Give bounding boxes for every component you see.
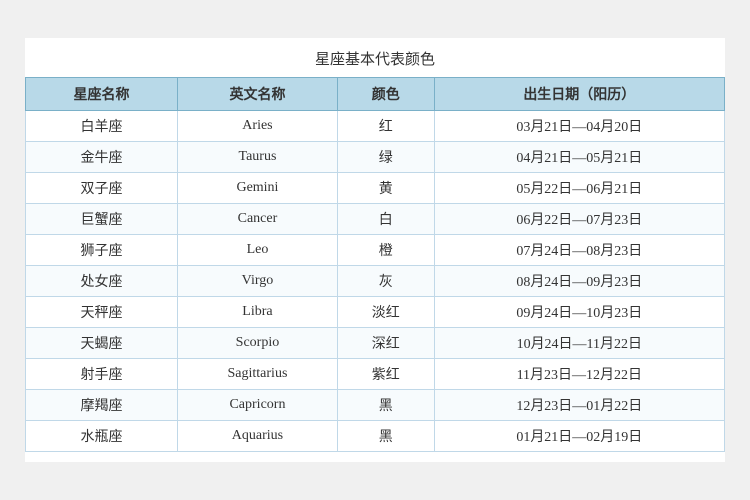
zodiac-name: 天秤座 <box>26 297 178 328</box>
page-title: 星座基本代表颜色 <box>25 48 725 69</box>
zodiac-color: 黄 <box>337 173 434 204</box>
zodiac-english: Scorpio <box>178 328 338 359</box>
table-row: 射手座Sagittarius紫红11月23日—12月22日 <box>26 359 725 390</box>
zodiac-dates: 08月24日—09月23日 <box>434 266 724 297</box>
zodiac-color: 灰 <box>337 266 434 297</box>
zodiac-english: Aries <box>178 111 338 142</box>
zodiac-color: 黑 <box>337 390 434 421</box>
table-row: 天蝎座Scorpio深红10月24日—11月22日 <box>26 328 725 359</box>
zodiac-dates: 07月24日—08月23日 <box>434 235 724 266</box>
zodiac-name: 水瓶座 <box>26 421 178 452</box>
zodiac-english: Libra <box>178 297 338 328</box>
zodiac-english: Virgo <box>178 266 338 297</box>
table-row: 狮子座Leo橙07月24日—08月23日 <box>26 235 725 266</box>
zodiac-color: 深红 <box>337 328 434 359</box>
zodiac-color: 淡红 <box>337 297 434 328</box>
main-container: 星座基本代表颜色 星座名称 英文名称 颜色 出生日期（阳历） 白羊座Aries红… <box>25 38 725 462</box>
zodiac-english: Sagittarius <box>178 359 338 390</box>
table-row: 水瓶座Aquarius黑01月21日—02月19日 <box>26 421 725 452</box>
zodiac-dates: 01月21日—02月19日 <box>434 421 724 452</box>
table-row: 处女座Virgo灰08月24日—09月23日 <box>26 266 725 297</box>
zodiac-name: 巨蟹座 <box>26 204 178 235</box>
zodiac-english: Leo <box>178 235 338 266</box>
zodiac-name: 处女座 <box>26 266 178 297</box>
table-row: 天秤座Libra淡红09月24日—10月23日 <box>26 297 725 328</box>
zodiac-color: 紫红 <box>337 359 434 390</box>
col-header-color: 颜色 <box>337 78 434 111</box>
zodiac-color: 白 <box>337 204 434 235</box>
table-row: 白羊座Aries红03月21日—04月20日 <box>26 111 725 142</box>
zodiac-dates: 10月24日—11月22日 <box>434 328 724 359</box>
zodiac-name: 摩羯座 <box>26 390 178 421</box>
zodiac-dates: 03月21日—04月20日 <box>434 111 724 142</box>
table-row: 巨蟹座Cancer白06月22日—07月23日 <box>26 204 725 235</box>
zodiac-color: 橙 <box>337 235 434 266</box>
zodiac-color: 黑 <box>337 421 434 452</box>
zodiac-name: 天蝎座 <box>26 328 178 359</box>
zodiac-dates: 06月22日—07月23日 <box>434 204 724 235</box>
col-header-dates: 出生日期（阳历） <box>434 78 724 111</box>
table-row: 金牛座Taurus绿04月21日—05月21日 <box>26 142 725 173</box>
zodiac-name: 狮子座 <box>26 235 178 266</box>
zodiac-dates: 04月21日—05月21日 <box>434 142 724 173</box>
col-header-name: 星座名称 <box>26 78 178 111</box>
zodiac-english: Capricorn <box>178 390 338 421</box>
zodiac-dates: 11月23日—12月22日 <box>434 359 724 390</box>
table-row: 摩羯座Capricorn黑12月23日—01月22日 <box>26 390 725 421</box>
col-header-english: 英文名称 <box>178 78 338 111</box>
table-row: 双子座Gemini黄05月22日—06月21日 <box>26 173 725 204</box>
zodiac-dates: 12月23日—01月22日 <box>434 390 724 421</box>
table-header-row: 星座名称 英文名称 颜色 出生日期（阳历） <box>26 78 725 111</box>
zodiac-name: 白羊座 <box>26 111 178 142</box>
zodiac-color: 绿 <box>337 142 434 173</box>
zodiac-name: 射手座 <box>26 359 178 390</box>
zodiac-english: Aquarius <box>178 421 338 452</box>
zodiac-english: Gemini <box>178 173 338 204</box>
zodiac-table: 星座名称 英文名称 颜色 出生日期（阳历） 白羊座Aries红03月21日—04… <box>25 77 725 452</box>
zodiac-dates: 09月24日—10月23日 <box>434 297 724 328</box>
zodiac-name: 金牛座 <box>26 142 178 173</box>
zodiac-dates: 05月22日—06月21日 <box>434 173 724 204</box>
zodiac-name: 双子座 <box>26 173 178 204</box>
zodiac-color: 红 <box>337 111 434 142</box>
zodiac-english: Taurus <box>178 142 338 173</box>
zodiac-english: Cancer <box>178 204 338 235</box>
